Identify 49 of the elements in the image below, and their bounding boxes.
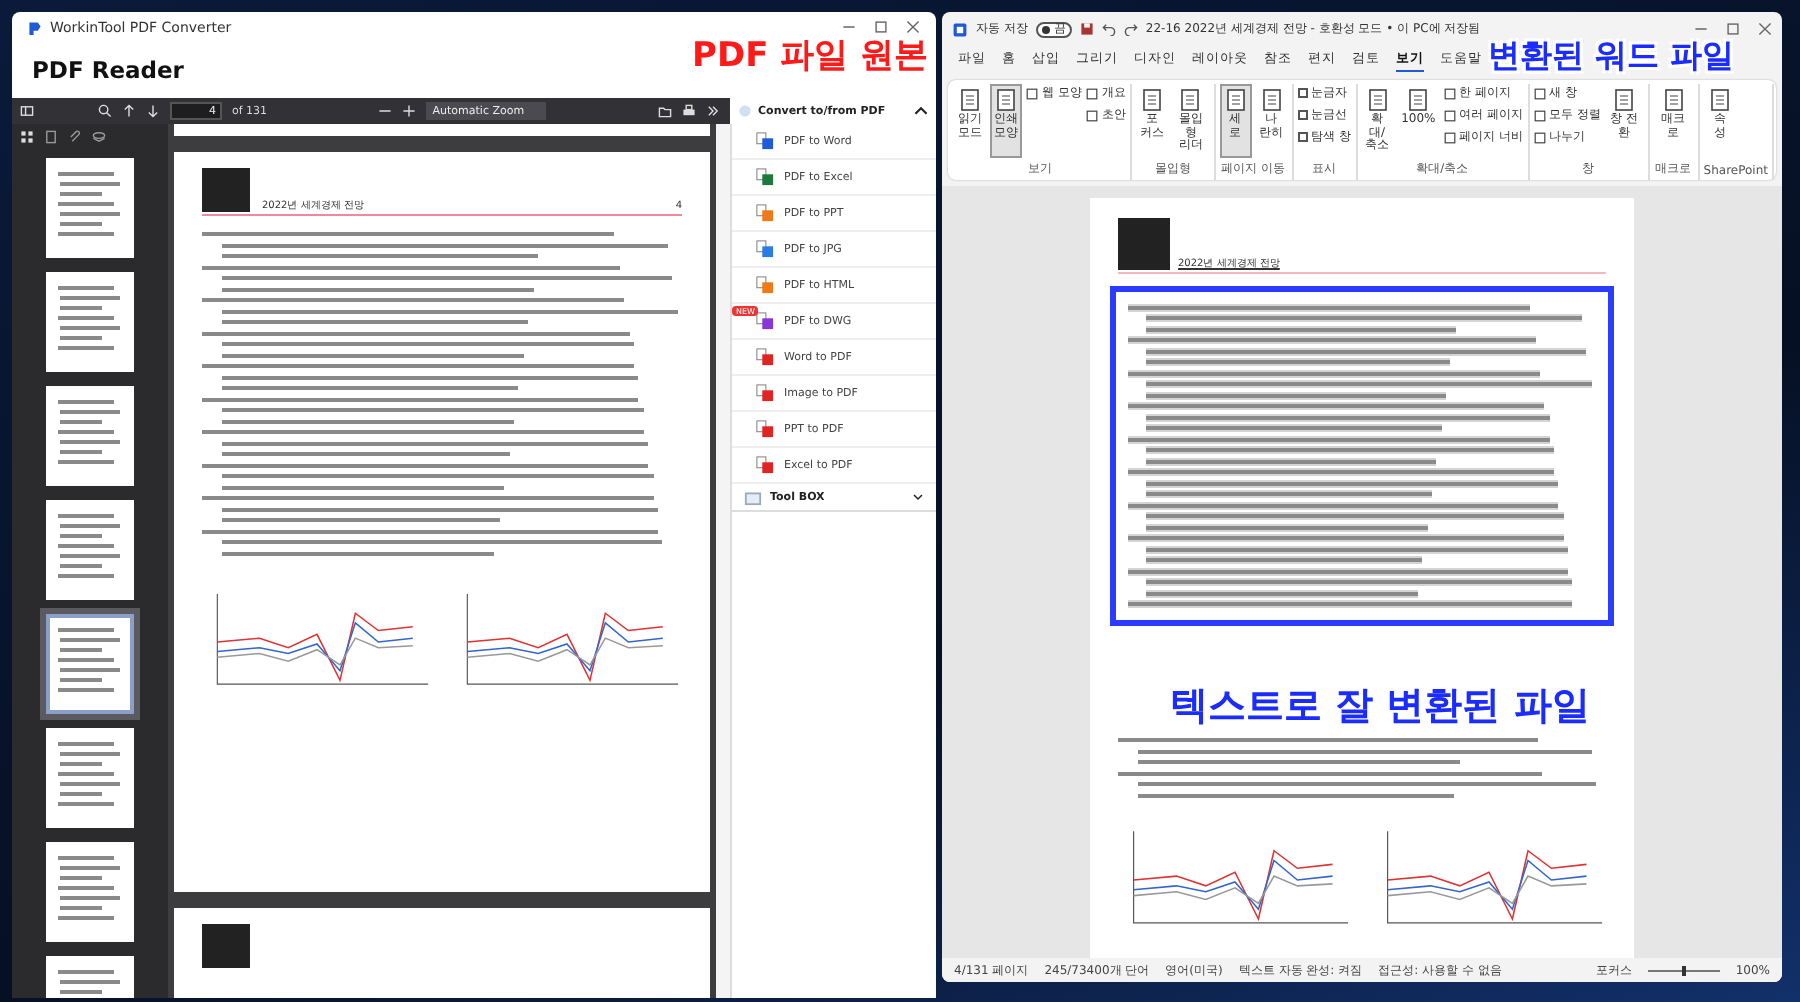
document-icon — [756, 240, 774, 258]
outline-icon[interactable] — [44, 130, 58, 144]
overlay-caption: PDF 파일 원본 — [692, 40, 929, 74]
document-icon — [756, 348, 774, 366]
close-icon[interactable] — [1758, 22, 1772, 36]
redo-icon[interactable] — [1123, 22, 1138, 36]
page-thumbnail[interactable] — [46, 728, 134, 828]
document-icon — [756, 168, 774, 186]
down-arrow-icon[interactable] — [146, 104, 160, 118]
document-icon — [756, 276, 774, 294]
app-heading: PDF Reader — [32, 56, 184, 84]
page-thumbnail[interactable] — [46, 842, 134, 942]
paperclip-icon[interactable] — [68, 130, 82, 144]
plus-icon[interactable] — [402, 104, 417, 118]
folder-icon[interactable] — [658, 104, 672, 118]
app-logo-icon — [28, 19, 42, 35]
page-thumbnail[interactable] — [46, 614, 134, 714]
undo-icon[interactable] — [1101, 22, 1116, 36]
overlay-caption: 변환된 워드 파일 — [1488, 40, 1735, 72]
print-icon[interactable] — [682, 104, 696, 118]
document-icon — [756, 132, 774, 150]
page-thumbnail[interactable] — [46, 386, 134, 486]
document-icon — [756, 384, 774, 402]
sidebar-toggle-icon[interactable] — [20, 104, 34, 118]
maximize-icon[interactable] — [874, 20, 888, 34]
search-icon[interactable] — [98, 104, 112, 118]
double-chevron-icon[interactable] — [706, 104, 720, 118]
document-icon — [756, 456, 774, 474]
save-icon[interactable] — [1079, 22, 1094, 36]
minus-icon[interactable] — [378, 104, 393, 118]
page-thumbnail[interactable] — [46, 158, 134, 258]
maximize-icon[interactable] — [1726, 22, 1740, 36]
report-logo — [202, 924, 250, 968]
scrollbar[interactable] — [716, 124, 730, 998]
document-icon — [756, 312, 774, 330]
report-logo — [1118, 217, 1170, 270]
page-thumbnail[interactable] — [46, 272, 134, 372]
page-thumbnail[interactable] — [46, 500, 134, 600]
up-arrow-icon[interactable] — [122, 104, 136, 118]
word-logo-icon — [952, 21, 968, 37]
report-logo — [202, 168, 250, 212]
document-icon — [756, 420, 774, 438]
minimize-icon[interactable] — [1694, 22, 1708, 36]
layers-icon[interactable] — [92, 130, 106, 144]
close-icon[interactable] — [906, 20, 920, 34]
grid-icon[interactable] — [20, 130, 34, 144]
document-icon — [756, 204, 774, 222]
overlay-caption: 텍스트로 잘 변환된 파일 — [1170, 688, 1590, 726]
minimize-icon[interactable] — [842, 20, 856, 34]
